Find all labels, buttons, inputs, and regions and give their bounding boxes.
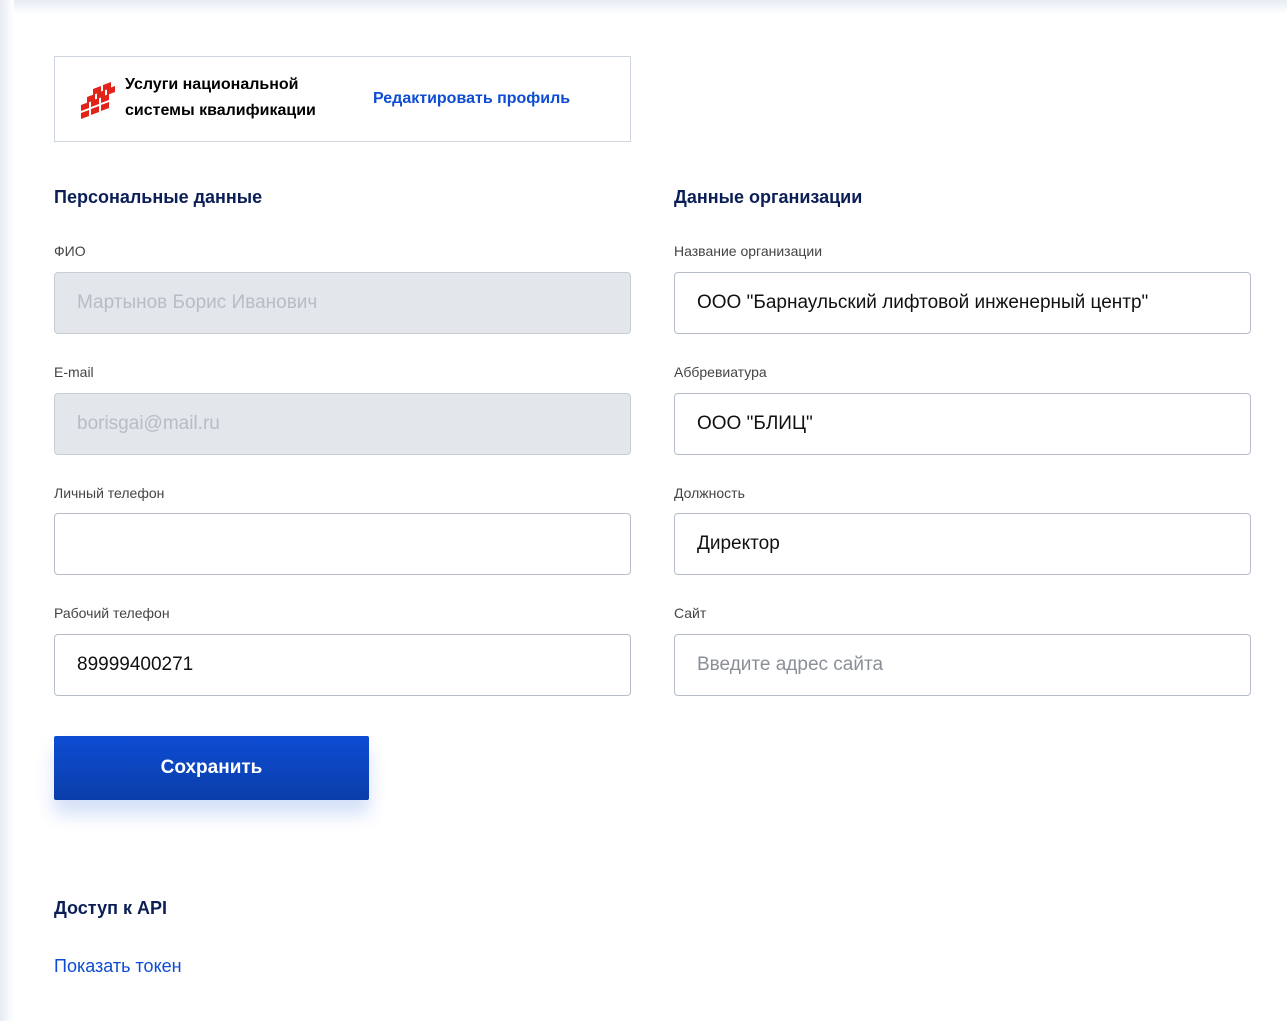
- work-phone-field[interactable]: [54, 634, 631, 696]
- api-access-title: Доступ к API: [54, 898, 167, 918]
- profile-card: Услуги национальной системы квалификации…: [54, 56, 631, 142]
- show-token-link[interactable]: Показать токен: [54, 956, 182, 977]
- personal-phone-label: Личный телефон: [54, 485, 165, 501]
- edit-profile-link[interactable]: Редактировать профиль: [373, 90, 570, 108]
- site-field[interactable]: [674, 634, 1251, 696]
- brand-line-1: Услуги национальной: [125, 76, 299, 93]
- position-field[interactable]: [674, 513, 1251, 575]
- email-field: [54, 393, 631, 455]
- brand-line-2: системы квалификации: [125, 102, 316, 119]
- personal-data-title: Персональные данные: [54, 187, 263, 207]
- abbreviation-field[interactable]: [674, 393, 1251, 455]
- site-label: Сайт: [674, 605, 707, 621]
- nsk-logo-icon: [81, 82, 115, 119]
- window-left-edge: [0, 0, 14, 1021]
- save-button[interactable]: Сохранить: [54, 736, 369, 800]
- org-name-label: Название организации: [674, 243, 823, 259]
- brand-name: Услуги национальной системы квалификации: [125, 72, 355, 124]
- org-name-field[interactable]: [674, 272, 1251, 334]
- fio-field: [54, 272, 631, 334]
- personal-phone-field[interactable]: [54, 513, 631, 575]
- organization-title: Данные организации: [674, 187, 863, 207]
- position-label: Должность: [674, 485, 745, 501]
- fio-label: ФИО: [54, 243, 86, 259]
- work-phone-label: Рабочий телефон: [54, 605, 170, 621]
- email-label: E-mail: [54, 364, 94, 380]
- window-top-edge: [0, 0, 1287, 14]
- abbreviation-label: Аббревиатура: [674, 364, 767, 380]
